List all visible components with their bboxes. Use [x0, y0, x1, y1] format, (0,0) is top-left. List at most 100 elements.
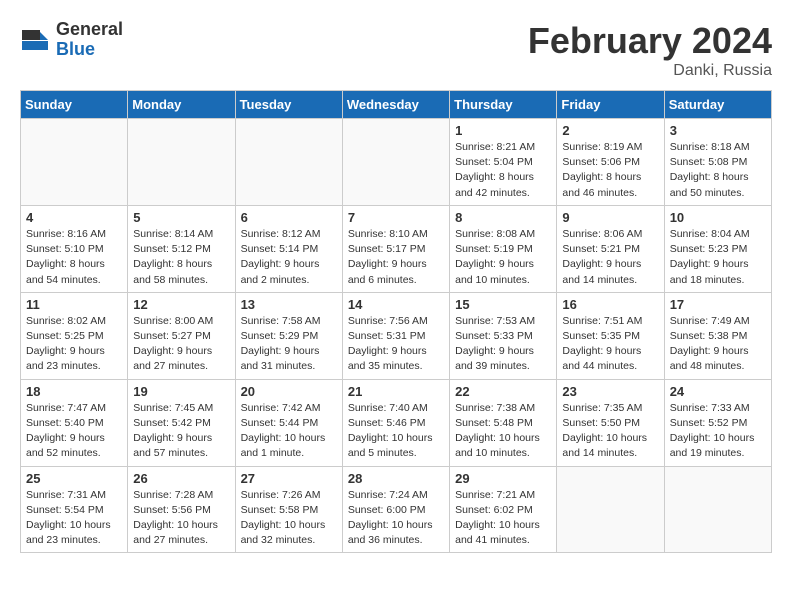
week-row-3: 11Sunrise: 8:02 AM Sunset: 5:25 PM Dayli…: [21, 292, 772, 379]
calendar-cell: 25 Sunrise: 7:31 AM Sunset: 5:54 PM Dayli…: [21, 466, 128, 553]
calendar-cell: 3Sunrise: 8:18 AM Sunset: 5:08 PM Daylig…: [664, 119, 771, 206]
day-info: Sunrise: 7:21 AM Sunset: 6:02 PM Dayligh…: [455, 488, 551, 549]
weekday-header-row: SundayMondayTuesdayWednesdayThursdayFrid…: [21, 91, 772, 119]
calendar-cell: 23 Sunrise: 7:35 AM Sunset: 5:50 PM Dayli…: [557, 379, 664, 466]
day-info: Sunrise: 7:45 AM Sunset: 5:42 PM Dayligh…: [133, 401, 229, 462]
day-info: Sunrise: 7:49 AM Sunset: 5:38 PM Dayligh…: [670, 314, 766, 375]
day-number: 12: [133, 297, 229, 312]
calendar-cell: 13 Sunrise: 7:58 AM Sunset: 5:29 PM Dayli…: [235, 292, 342, 379]
day-info: Sunrise: 7:26 AM Sunset: 5:58 PM Dayligh…: [241, 488, 337, 549]
calendar-cell: 9 Sunrise: 8:06 AM Sunset: 5:21 PM Daylig…: [557, 205, 664, 292]
calendar-cell: 19 Sunrise: 7:45 AM Sunset: 5:42 PM Dayli…: [128, 379, 235, 466]
day-number: 9: [562, 210, 658, 225]
day-info: Sunrise: 7:47 AM Sunset: 5:40 PM Dayligh…: [26, 401, 122, 462]
calendar-cell: 29 Sunrise: 7:21 AM Sunset: 6:02 PM Dayli…: [450, 466, 557, 553]
calendar-cell: 21 Sunrise: 7:40 AM Sunset: 5:46 PM Dayli…: [342, 379, 449, 466]
week-row-5: 25 Sunrise: 7:31 AM Sunset: 5:54 PM Dayli…: [21, 466, 772, 553]
calendar-cell: 7 Sunrise: 8:10 AM Sunset: 5:17 PM Daylig…: [342, 205, 449, 292]
day-info: Sunrise: 8:08 AM Sunset: 5:19 PM Dayligh…: [455, 227, 551, 288]
day-number: 18: [26, 384, 122, 399]
day-info: Sunrise: 8:12 AM Sunset: 5:14 PM Dayligh…: [241, 227, 337, 288]
calendar-cell: [342, 119, 449, 206]
day-info: Sunrise: 8:04 AM Sunset: 5:23 PM Dayligh…: [670, 227, 766, 288]
calendar-cell: 24Sunrise: 7:33 AM Sunset: 5:52 PM Dayli…: [664, 379, 771, 466]
day-number: 8: [455, 210, 551, 225]
logo: General Blue: [20, 20, 123, 60]
day-info: Sunrise: 8:00 AM Sunset: 5:27 PM Dayligh…: [133, 314, 229, 375]
day-info: Sunrise: 8:19 AM Sunset: 5:06 PM Dayligh…: [562, 140, 658, 201]
day-number: 1: [455, 123, 551, 138]
calendar-cell: 28 Sunrise: 7:24 AM Sunset: 6:00 PM Dayli…: [342, 466, 449, 553]
calendar-cell: 2 Sunrise: 8:19 AM Sunset: 5:06 PM Daylig…: [557, 119, 664, 206]
day-number: 27: [241, 471, 337, 486]
day-number: 25: [26, 471, 122, 486]
calendar-cell: 14 Sunrise: 7:56 AM Sunset: 5:31 PM Dayli…: [342, 292, 449, 379]
logo-general-text: General: [56, 20, 123, 40]
week-row-2: 4 Sunrise: 8:16 AM Sunset: 5:10 PM Daylig…: [21, 205, 772, 292]
day-info: Sunrise: 7:24 AM Sunset: 6:00 PM Dayligh…: [348, 488, 444, 549]
day-info: Sunrise: 7:28 AM Sunset: 5:56 PM Dayligh…: [133, 488, 229, 549]
day-number: 13: [241, 297, 337, 312]
calendar-cell: 22 Sunrise: 7:38 AM Sunset: 5:48 PM Dayli…: [450, 379, 557, 466]
calendar-cell: 5 Sunrise: 8:14 AM Sunset: 5:12 PM Daylig…: [128, 205, 235, 292]
day-number: 22: [455, 384, 551, 399]
day-info: Sunrise: 8:06 AM Sunset: 5:21 PM Dayligh…: [562, 227, 658, 288]
page-header: General Blue February 2024 Danki, Russia: [20, 20, 772, 80]
weekday-header-sunday: Sunday: [21, 91, 128, 119]
day-number: 28: [348, 471, 444, 486]
calendar-cell: 16 Sunrise: 7:51 AM Sunset: 5:35 PM Dayli…: [557, 292, 664, 379]
day-number: 2: [562, 123, 658, 138]
day-info: Sunrise: 7:31 AM Sunset: 5:54 PM Dayligh…: [26, 488, 122, 549]
calendar-cell: 10 Sunrise: 8:04 AM Sunset: 5:23 PM Dayli…: [664, 205, 771, 292]
logo-icon: [20, 25, 50, 55]
day-number: 17: [670, 297, 766, 312]
day-number: 19: [133, 384, 229, 399]
calendar-cell: 12 Sunrise: 8:00 AM Sunset: 5:27 PM Dayli…: [128, 292, 235, 379]
calendar-cell: [235, 119, 342, 206]
day-number: 26: [133, 471, 229, 486]
day-number: 10: [670, 210, 766, 225]
weekday-header-thursday: Thursday: [450, 91, 557, 119]
calendar-cell: 4 Sunrise: 8:16 AM Sunset: 5:10 PM Daylig…: [21, 205, 128, 292]
week-row-4: 18 Sunrise: 7:47 AM Sunset: 5:40 PM Dayli…: [21, 379, 772, 466]
day-number: 20: [241, 384, 337, 399]
day-number: 3: [670, 123, 766, 138]
calendar-cell: [557, 466, 664, 553]
day-info: Sunrise: 7:42 AM Sunset: 5:44 PM Dayligh…: [241, 401, 337, 462]
day-number: 5: [133, 210, 229, 225]
day-number: 29: [455, 471, 551, 486]
location-title: Danki, Russia: [528, 62, 772, 80]
logo-blue-text: Blue: [56, 40, 123, 60]
day-info: Sunrise: 7:38 AM Sunset: 5:48 PM Dayligh…: [455, 401, 551, 462]
calendar-cell: 15 Sunrise: 7:53 AM Sunset: 5:33 PM Dayli…: [450, 292, 557, 379]
day-info: Sunrise: 8:14 AM Sunset: 5:12 PM Dayligh…: [133, 227, 229, 288]
calendar-cell: 11Sunrise: 8:02 AM Sunset: 5:25 PM Dayli…: [21, 292, 128, 379]
day-info: Sunrise: 8:16 AM Sunset: 5:10 PM Dayligh…: [26, 227, 122, 288]
day-number: 23: [562, 384, 658, 399]
calendar-cell: 17 Sunrise: 7:49 AM Sunset: 5:38 PM Dayli…: [664, 292, 771, 379]
day-number: 6: [241, 210, 337, 225]
day-number: 15: [455, 297, 551, 312]
day-info: Sunrise: 7:40 AM Sunset: 5:46 PM Dayligh…: [348, 401, 444, 462]
day-number: 16: [562, 297, 658, 312]
weekday-header-tuesday: Tuesday: [235, 91, 342, 119]
day-number: 4: [26, 210, 122, 225]
day-number: 21: [348, 384, 444, 399]
calendar-cell: 20 Sunrise: 7:42 AM Sunset: 5:44 PM Dayli…: [235, 379, 342, 466]
calendar-cell: 6 Sunrise: 8:12 AM Sunset: 5:14 PM Daylig…: [235, 205, 342, 292]
day-info: Sunrise: 7:56 AM Sunset: 5:31 PM Dayligh…: [348, 314, 444, 375]
day-info: Sunrise: 7:53 AM Sunset: 5:33 PM Dayligh…: [455, 314, 551, 375]
day-info: Sunrise: 8:21 AM Sunset: 5:04 PM Dayligh…: [455, 140, 551, 201]
calendar-cell: 27 Sunrise: 7:26 AM Sunset: 5:58 PM Dayli…: [235, 466, 342, 553]
logo-text: General Blue: [56, 20, 123, 60]
weekday-header-saturday: Saturday: [664, 91, 771, 119]
day-info: Sunrise: 7:35 AM Sunset: 5:50 PM Dayligh…: [562, 401, 658, 462]
title-block: February 2024 Danki, Russia: [528, 20, 772, 80]
day-info: Sunrise: 7:51 AM Sunset: 5:35 PM Dayligh…: [562, 314, 658, 375]
day-info: Sunrise: 8:10 AM Sunset: 5:17 PM Dayligh…: [348, 227, 444, 288]
calendar-cell: [128, 119, 235, 206]
day-info: Sunrise: 7:58 AM Sunset: 5:29 PM Dayligh…: [241, 314, 337, 375]
weekday-header-monday: Monday: [128, 91, 235, 119]
day-number: 7: [348, 210, 444, 225]
day-number: 14: [348, 297, 444, 312]
